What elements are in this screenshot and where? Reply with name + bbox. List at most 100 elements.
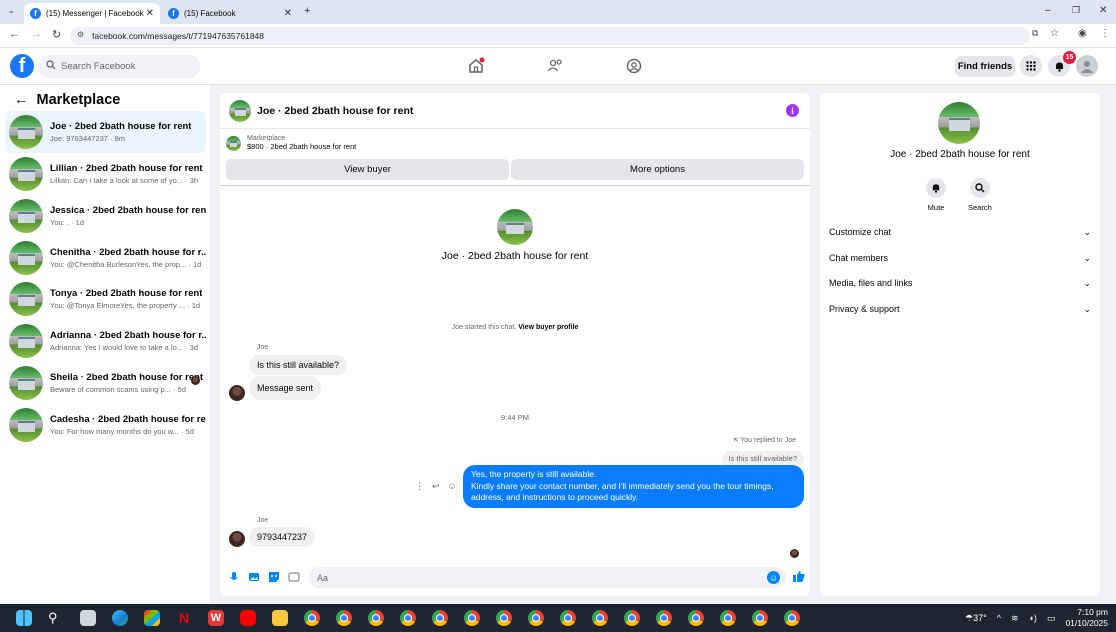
- contact-avatar[interactable]: [497, 209, 533, 245]
- menu-grid-icon[interactable]: [1020, 55, 1042, 77]
- task-view-icon[interactable]: [80, 610, 96, 626]
- sticker-icon[interactable]: [268, 571, 280, 583]
- conversation-item[interactable]: Tonya · 2bed 2bath house for rent You: @T…: [5, 278, 206, 320]
- outgoing-message[interactable]: Yes, the property is still available. Ki…: [463, 465, 804, 508]
- conversation-name: Cadesha · 2bed 2bath house for rent: [50, 414, 206, 425]
- windows-start-icon[interactable]: [16, 610, 32, 626]
- reload-button[interactable]: ↻: [52, 28, 61, 41]
- chrome-icon[interactable]: [336, 610, 352, 626]
- customize-chat-row[interactable]: Customize chat ⌄: [829, 227, 1091, 238]
- view-buyer-profile-link[interactable]: View buyer profile: [518, 324, 578, 331]
- gaming-icon[interactable]: [625, 57, 643, 75]
- conversation-item[interactable]: Joe · 2bed 2bath house for rent Joe: 9793…: [5, 111, 206, 153]
- install-app-icon[interactable]: ⧉: [1032, 28, 1038, 39]
- home-icon[interactable]: [467, 57, 485, 75]
- minimize-button[interactable]: –: [1045, 5, 1051, 16]
- chrome-icon[interactable]: [432, 610, 448, 626]
- privacy-support-row[interactable]: Privacy & support ⌄: [829, 304, 1091, 315]
- photo-icon[interactable]: [248, 571, 260, 583]
- edge-browser-icon[interactable]: [112, 610, 128, 626]
- wifi-icon[interactable]: ≋: [1011, 613, 1019, 624]
- file-explorer-icon[interactable]: [272, 610, 288, 626]
- conversation-item[interactable]: Lillian · 2bed 2bath house for rent Lilli…: [5, 153, 206, 195]
- chrome-icon[interactable]: [560, 610, 576, 626]
- listing-thumbnail: [226, 135, 241, 151]
- chat-avatar[interactable]: [229, 99, 251, 122]
- chrome-icon[interactable]: [368, 610, 384, 626]
- chrome-icon[interactable]: [784, 610, 800, 626]
- chrome-icon[interactable]: [656, 610, 672, 626]
- youtube-icon[interactable]: [240, 610, 256, 626]
- conversation-item[interactable]: Jessica · 2bed 2bath house for rent You: …: [5, 195, 206, 237]
- thumbs-up-icon[interactable]: [792, 570, 805, 582]
- react-emoji-icon[interactable]: ☺: [448, 481, 457, 492]
- show-hidden-icons[interactable]: ^: [997, 613, 1001, 623]
- more-options-button[interactable]: More options: [511, 159, 804, 180]
- chrome-icon[interactable]: [528, 610, 544, 626]
- search-facebook-input[interactable]: Search Facebook: [38, 55, 200, 78]
- sidebar-header: ← Marketplace: [14, 92, 120, 108]
- chrome-icon[interactable]: [400, 610, 416, 626]
- microphone-icon[interactable]: [228, 571, 240, 583]
- new-tab-button[interactable]: +: [304, 5, 310, 17]
- details-avatar[interactable]: [938, 102, 980, 144]
- close-window-button[interactable]: ✕: [1099, 5, 1107, 16]
- chat-members-row[interactable]: Chat members ⌄: [829, 253, 1091, 264]
- chat-panel: Joe · 2bed 2bath house for rent i Market…: [220, 93, 810, 596]
- gif-icon[interactable]: [288, 571, 300, 583]
- media-files-links-row[interactable]: Media, files and links ⌄: [829, 278, 1091, 289]
- taskbar-search-icon[interactable]: ⚲: [48, 610, 64, 626]
- incoming-message[interactable]: Message sent: [249, 376, 322, 400]
- chrome-icon[interactable]: [688, 610, 704, 626]
- quoted-message[interactable]: Is this still available?: [721, 451, 804, 466]
- message-input[interactable]: Aa ☺: [308, 567, 786, 588]
- mute-button[interactable]: Mute: [926, 178, 946, 212]
- volume-icon[interactable]: ◖): [1029, 613, 1037, 623]
- emoji-icon[interactable]: ☺: [767, 571, 780, 584]
- site-info-icon[interactable]: ⚙: [77, 30, 84, 39]
- copilot-icon[interactable]: [144, 610, 160, 626]
- incoming-message[interactable]: Is this still available?: [249, 355, 348, 375]
- find-friends-button[interactable]: Find friends: [955, 56, 1015, 77]
- system-tray: ☂37° ^ ≋ ◖) ▭ 7:10 pm 01/10/2025: [965, 607, 1108, 629]
- chrome-icon[interactable]: [464, 610, 480, 626]
- reply-icon[interactable]: ↩: [432, 481, 440, 492]
- chrome-icon-active[interactable]: [752, 610, 768, 626]
- back-arrow-icon[interactable]: ←: [14, 92, 29, 108]
- chrome-icon[interactable]: [304, 610, 320, 626]
- bookmark-star-icon[interactable]: ☆: [1050, 28, 1059, 39]
- chat-title[interactable]: Joe · 2bed 2bath house for rent: [257, 105, 413, 117]
- account-avatar[interactable]: [1076, 55, 1098, 77]
- chrome-icon[interactable]: [720, 610, 736, 626]
- more-actions-icon[interactable]: ⋮: [415, 481, 424, 492]
- close-tab-icon[interactable]: ✕: [284, 8, 292, 19]
- back-button[interactable]: ←: [9, 28, 20, 40]
- battery-icon[interactable]: ▭: [1047, 613, 1056, 624]
- tab-facebook[interactable]: f (15) Facebook ✕: [162, 3, 298, 24]
- wps-icon[interactable]: W: [208, 610, 224, 626]
- conversation-item[interactable]: Sheila · 2bed 2bath house for rent Beware…: [5, 362, 206, 404]
- chrome-icon[interactable]: [496, 610, 512, 626]
- tab-messenger[interactable]: f (15) Messenger | Facebook ✕: [24, 3, 160, 24]
- conversation-item[interactable]: Adrianna · 2bed 2bath house for r... Adri…: [5, 320, 206, 362]
- info-icon[interactable]: i: [786, 104, 799, 117]
- view-buyer-button[interactable]: View buyer: [226, 159, 509, 180]
- forward-button[interactable]: →: [31, 28, 42, 40]
- search-in-chat-button[interactable]: Search: [968, 178, 992, 212]
- url-bar[interactable]: ⚙ facebook.com/messages/t/77194763576184…: [70, 27, 1030, 45]
- conversation-item[interactable]: Chenitha · 2bed 2bath house for r... You:…: [5, 237, 206, 279]
- profile-icon[interactable]: ◉: [1078, 28, 1087, 39]
- conversation-item[interactable]: Cadesha · 2bed 2bath house for rent You: …: [5, 404, 206, 446]
- friends-icon[interactable]: [546, 57, 564, 75]
- incoming-message[interactable]: 9793447237: [249, 527, 316, 547]
- chrome-icon[interactable]: [624, 610, 640, 626]
- restore-button[interactable]: ❐: [1072, 5, 1080, 16]
- netflix-icon[interactable]: N: [176, 610, 192, 626]
- facebook-logo[interactable]: f: [10, 54, 34, 78]
- browser-menu-icon[interactable]: ⋮: [1100, 28, 1110, 39]
- close-tab-icon[interactable]: ✕: [146, 8, 154, 19]
- weather-widget[interactable]: ☂37°: [965, 613, 987, 624]
- chrome-icon[interactable]: [592, 610, 608, 626]
- tab-search-icon[interactable]: ⌄: [8, 6, 15, 15]
- clock[interactable]: 7:10 pm 01/10/2025: [1065, 607, 1108, 629]
